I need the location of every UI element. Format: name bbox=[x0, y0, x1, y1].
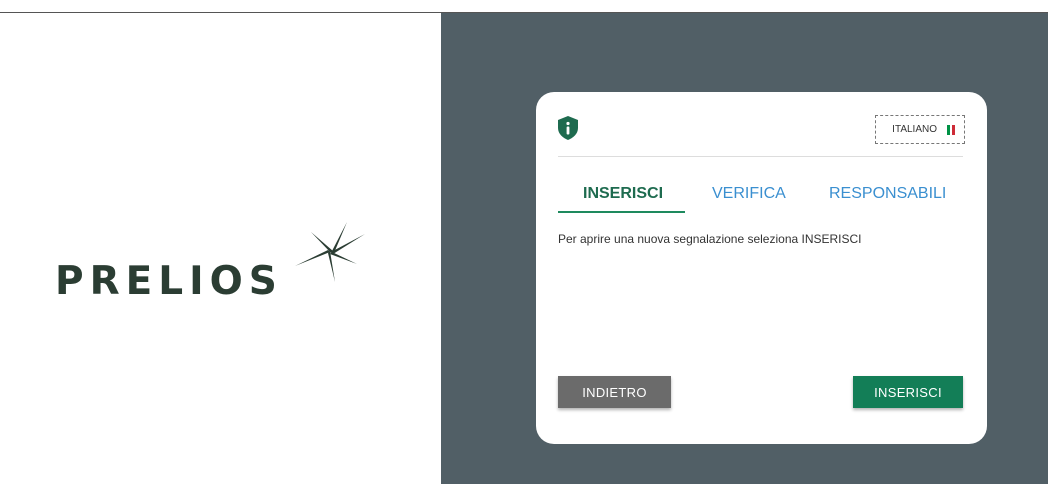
language-selector[interactable]: ITALIANO bbox=[875, 115, 965, 144]
tab-verifica[interactable]: VERIFICA bbox=[712, 184, 786, 204]
logo-wordmark: PRELIOS bbox=[55, 259, 283, 304]
italian-flag-icon bbox=[947, 124, 956, 135]
instruction-text: Per aprire una nuova segnalazione selezi… bbox=[558, 232, 862, 246]
tab-inserisci[interactable]: INSERISCI bbox=[583, 184, 663, 204]
language-label: ITALIANO bbox=[892, 124, 937, 135]
active-tab-indicator bbox=[558, 211, 685, 213]
insert-button[interactable]: INSERISCI bbox=[853, 376, 963, 408]
star-icon bbox=[295, 222, 365, 282]
shield-info-icon bbox=[558, 116, 578, 140]
header-divider bbox=[558, 156, 963, 157]
report-card: ITALIANO INSERISCI VERIFICA RESPONSABILI… bbox=[536, 92, 987, 444]
prelios-logo: PRELIOS bbox=[55, 222, 365, 302]
tab-responsabili[interactable]: RESPONSABILI bbox=[829, 184, 946, 204]
back-button[interactable]: INDIETRO bbox=[558, 376, 671, 408]
